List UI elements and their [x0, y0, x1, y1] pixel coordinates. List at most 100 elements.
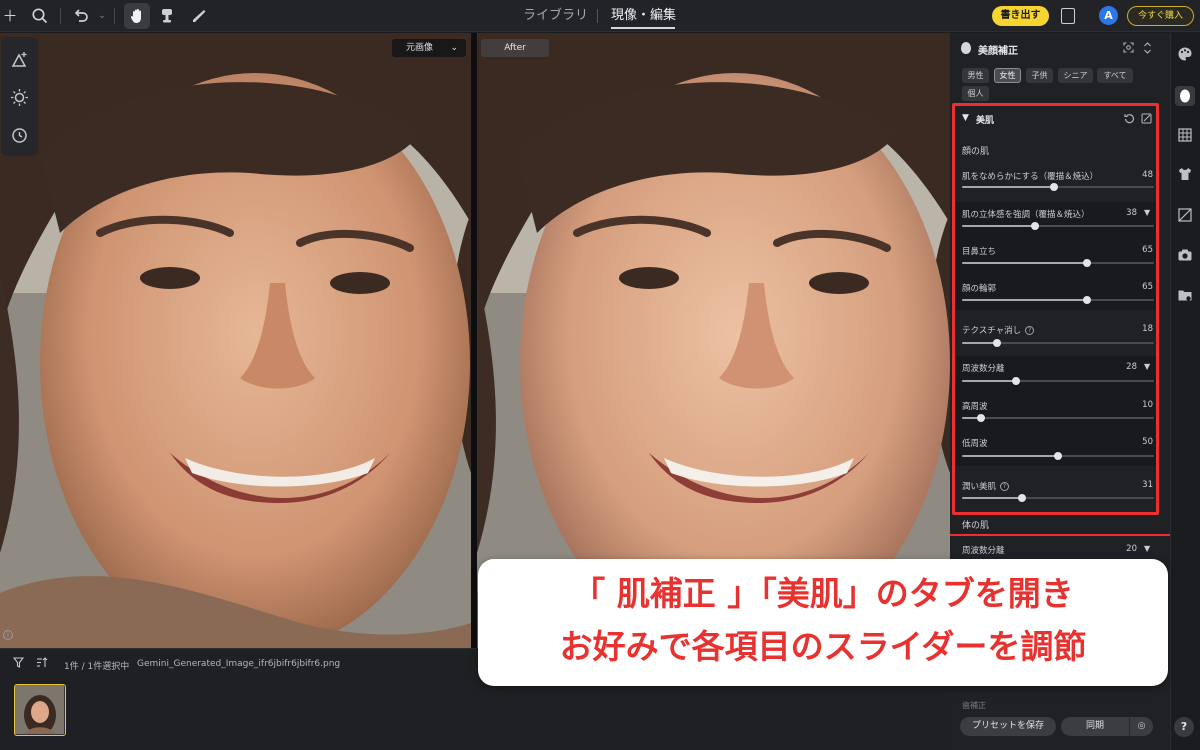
save-preset-button[interactable]: プリセットを保存: [960, 717, 1056, 736]
filmstrip-thumbnail[interactable]: [14, 684, 66, 736]
slider-label-text: テクスチャ消し: [962, 326, 1022, 336]
section-title-skin[interactable]: 美肌: [976, 113, 994, 126]
info-icon[interactable]: i: [3, 630, 13, 640]
reset-icon[interactable]: [1124, 113, 1135, 127]
edit-icon[interactable]: [1141, 113, 1152, 127]
chip-female[interactable]: 女性: [994, 68, 1021, 83]
slider-knob[interactable]: [1030, 222, 1039, 230]
slider-value[interactable]: 31: [1123, 480, 1153, 490]
slider-track[interactable]: [962, 494, 1154, 502]
export-button[interactable]: 書き出す: [992, 6, 1049, 26]
after-photo[interactable]: [477, 33, 950, 648]
face-retouch-icon[interactable]: [1175, 86, 1195, 106]
slider-label: 高周波: [962, 402, 988, 412]
plus-icon[interactable]: ＋: [0, 6, 20, 26]
slider-track[interactable]: [962, 339, 1154, 347]
folder-icon[interactable]: [1177, 287, 1193, 303]
sync-options-icon[interactable]: ◎: [1129, 717, 1153, 736]
shirt-icon[interactable]: [1177, 166, 1193, 182]
slider-knob[interactable]: [1011, 377, 1020, 385]
before-source-label: 元画像: [406, 43, 434, 53]
slider-value[interactable]: 10: [1123, 400, 1153, 410]
buy-now-button[interactable]: 今すぐ購入: [1127, 6, 1194, 26]
help-icon[interactable]: ?: [1025, 326, 1035, 335]
group-label-face: 顔の肌: [962, 147, 990, 157]
expand-icon[interactable]: [1143, 42, 1152, 57]
slider-value[interactable]: 48: [1123, 170, 1153, 180]
camera-icon[interactable]: [1177, 247, 1193, 263]
slider-fill: [962, 455, 1058, 457]
before-photo[interactable]: [0, 33, 471, 648]
slider-label: 低周波: [962, 439, 988, 449]
slider-value[interactable]: 18: [1123, 324, 1153, 334]
red-arrow: [950, 534, 1172, 536]
grid-icon[interactable]: [1177, 127, 1193, 143]
slider-value[interactable]: 65: [1123, 282, 1153, 292]
slider-label: 顔の輪郭: [962, 284, 997, 294]
slider-value[interactable]: 20: [1107, 544, 1137, 554]
triangle-plus-icon[interactable]: [10, 50, 29, 69]
selection-count: 1件 / 1件選択中: [64, 662, 130, 672]
palette-icon[interactable]: [1177, 46, 1193, 62]
slider-knob[interactable]: [1017, 494, 1026, 502]
group-label-body: 体の肌: [962, 521, 990, 531]
expand-caret-icon[interactable]: ▼: [1144, 544, 1150, 553]
expand-caret-icon[interactable]: ▼: [1144, 362, 1150, 371]
slider-track[interactable]: [962, 296, 1154, 304]
sun-icon[interactable]: [10, 88, 29, 107]
slider-fill: [962, 186, 1055, 188]
crop-icon[interactable]: [1177, 207, 1193, 223]
sort-icon[interactable]: [36, 657, 48, 671]
slider-knob[interactable]: [1082, 259, 1091, 267]
slider-value[interactable]: 38: [1107, 208, 1137, 218]
slider-label: 周波数分離: [962, 364, 1005, 374]
section-label-teeth: 歯補正: [962, 701, 986, 710]
slider-label: 肌をなめらかにする（覆描＆焼込）: [962, 172, 1099, 182]
before-source-dropdown[interactable]: 元画像 ⌄: [392, 39, 466, 57]
expand-caret-icon[interactable]: ▼: [1144, 208, 1150, 217]
search-icon[interactable]: [30, 6, 50, 26]
stamp-icon[interactable]: [157, 6, 177, 26]
slider-value[interactable]: 28: [1107, 362, 1137, 372]
chip-child[interactable]: 子供: [1026, 68, 1053, 83]
chevron-down-icon: ⌄: [450, 43, 458, 53]
slider-knob[interactable]: [1054, 452, 1062, 460]
slider-value[interactable]: 50: [1123, 437, 1153, 447]
chip-all[interactable]: すべて: [1097, 68, 1133, 83]
slider-track[interactable]: [962, 259, 1154, 267]
slider-knob[interactable]: [1082, 296, 1091, 304]
slider-track[interactable]: [962, 414, 1154, 422]
slider-value[interactable]: 65: [1123, 245, 1153, 255]
file-name: Gemini_Generated_Image_ifr6jbifr6jbifr6.…: [137, 659, 341, 669]
filter-icon[interactable]: [12, 657, 25, 671]
slider-label-text: 潤い美肌: [962, 482, 997, 492]
floating-tool-strip: [1, 37, 38, 156]
slider-track[interactable]: [962, 183, 1154, 191]
slider-fill: [962, 497, 1022, 499]
slider-track[interactable]: [962, 377, 1154, 385]
slider-fill: [962, 342, 997, 344]
slider-knob[interactable]: [992, 339, 1001, 347]
help-icon[interactable]: ?: [1000, 482, 1010, 491]
slider-track[interactable]: [962, 452, 1154, 460]
face-detect-icon[interactable]: [1123, 42, 1134, 56]
compare-icon[interactable]: [1061, 8, 1075, 24]
slider-label: 肌の立体感を強調（覆描＆焼込）: [962, 210, 1090, 220]
section-caret-icon[interactable]: ▼: [962, 113, 969, 123]
help-button[interactable]: ?: [1174, 717, 1194, 737]
tab-develop-edit[interactable]: 現像・編集: [611, 6, 676, 26]
chip-senior[interactable]: シニア: [1058, 68, 1093, 83]
undo-icon[interactable]: [71, 6, 91, 26]
hand-icon[interactable]: [127, 6, 147, 26]
tab-library[interactable]: ライブラリ: [523, 6, 588, 26]
sync-button-label: 同期: [1085, 721, 1104, 731]
toolbar-divider: [114, 8, 115, 24]
avatar[interactable]: A: [1099, 6, 1118, 25]
brush-icon[interactable]: [189, 6, 209, 26]
slider-track[interactable]: [962, 222, 1154, 230]
chip-individual[interactable]: 個人: [962, 86, 989, 101]
history-icon[interactable]: [10, 126, 29, 145]
chip-male[interactable]: 男性: [962, 68, 989, 83]
slider-label: 目鼻立ち: [962, 247, 997, 257]
undo-history-chevron-icon[interactable]: ⌄: [92, 6, 112, 26]
